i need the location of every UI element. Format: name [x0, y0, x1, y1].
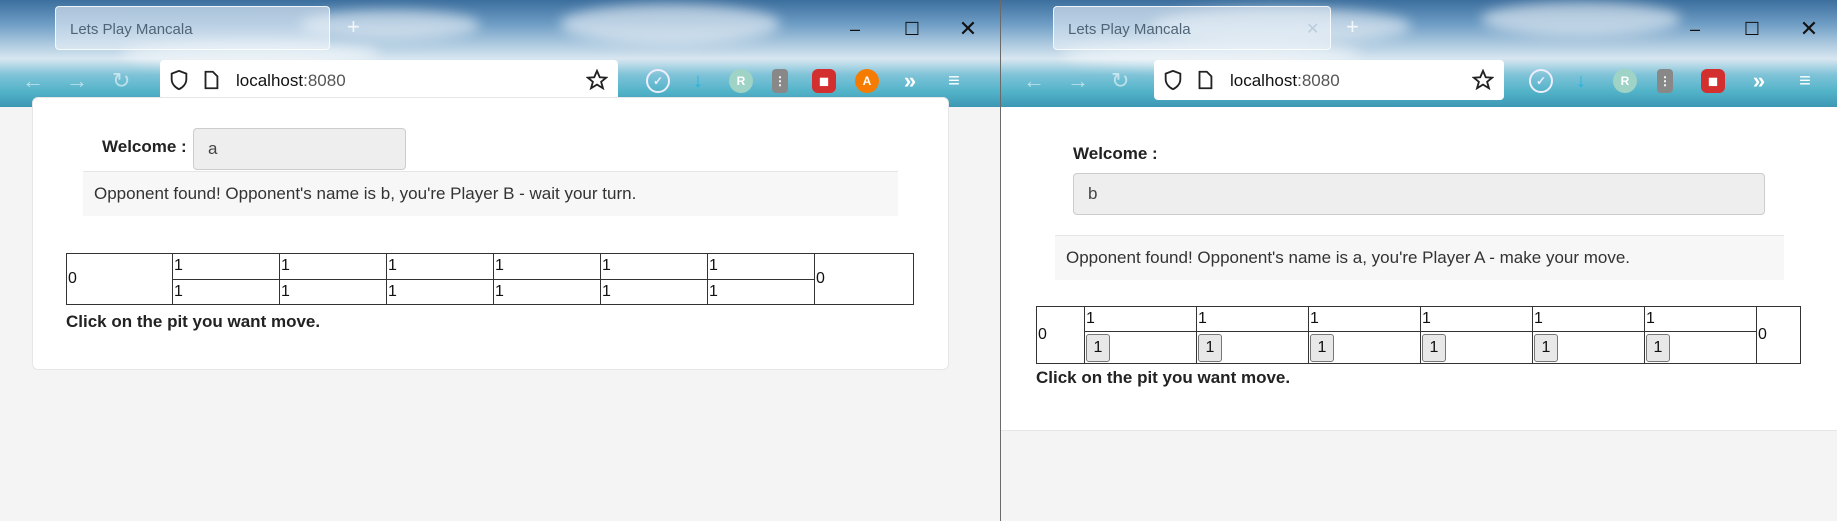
pit-top-4: 1 — [493, 253, 601, 280]
pit-top-1: 1 — [172, 253, 280, 280]
pit-top-3: 1 — [1308, 305, 1421, 333]
pocket-icon[interactable]: ✓ — [646, 69, 670, 93]
pit-bottom-4: 1 — [1420, 331, 1533, 364]
pit-bottom-1: 1 — [1084, 331, 1197, 364]
pit-bottom-3: 1 — [386, 278, 494, 305]
browser-chrome: Lets Play Mancala ✕ + – ☐ ✕ ← → ↻ localh… — [1001, 0, 1837, 107]
reload-icon[interactable]: ↻ — [1111, 68, 1129, 94]
pit-bottom-6: 1 — [707, 278, 815, 305]
pit-bottom-2: 1 — [1196, 331, 1309, 364]
pit-top-1: 1 — [1084, 305, 1197, 333]
avast-icon[interactable]: A — [855, 69, 879, 93]
left-store: 0 — [1036, 306, 1085, 364]
game-card: Welcome : Opponent found! Opponent's nam… — [1001, 107, 1837, 431]
pit-top-2: 1 — [1196, 305, 1309, 333]
extension-menu-icon[interactable]: ⋮ — [1657, 69, 1673, 93]
pit-bottom-3: 1 — [1308, 331, 1421, 364]
tab-active[interactable]: Lets Play Mancala — [55, 6, 330, 50]
page-icon — [1198, 70, 1213, 90]
mancala-board: 0 1 1 1 1 1 1 0 1 1 1 1 1 1 — [1036, 305, 1801, 364]
minimize-icon[interactable]: – — [1682, 16, 1708, 42]
tab-active[interactable]: Lets Play Mancala ✕ — [1053, 6, 1331, 50]
close-icon[interactable]: ✕ — [955, 16, 981, 42]
adblock-icon[interactable]: ◼ — [1701, 69, 1725, 93]
download-icon[interactable]: ↓ — [1569, 69, 1593, 93]
pit-top-6: 1 — [707, 253, 815, 280]
page-icon — [204, 70, 219, 90]
browser-chrome: Lets Play Mancala + – ☐ ✕ ← → ↻ localhos… — [0, 0, 1000, 107]
extension-menu-icon[interactable]: ⋮ — [772, 69, 788, 93]
url-text: localhost:8080 — [236, 71, 346, 90]
pit-top-3: 1 — [386, 253, 494, 280]
status-message: Opponent found! Opponent's name is a, yo… — [1055, 235, 1784, 280]
hamburger-menu-icon[interactable]: ≡ — [1793, 69, 1817, 93]
pit-top-5: 1 — [1532, 305, 1645, 333]
page-content: Welcome : Opponent found! Opponent's nam… — [1001, 107, 1837, 521]
tab-close-icon[interactable]: ✕ — [1306, 19, 1319, 39]
pit-top-5: 1 — [600, 253, 708, 280]
pocket-icon[interactable]: ✓ — [1529, 69, 1553, 93]
player-name-field[interactable] — [1073, 173, 1765, 215]
url-bar[interactable]: localhost:8080 — [1154, 60, 1504, 100]
pit-top-4: 1 — [1420, 305, 1533, 333]
browser-window-right: Lets Play Mancala ✕ + – ☐ ✕ ← → ↻ localh… — [1000, 0, 1837, 521]
shield-icon — [170, 69, 188, 91]
browser-window-left: Lets Play Mancala + – ☐ ✕ ← → ↻ localhos… — [0, 0, 1000, 521]
pit-bottom-2: 1 — [279, 278, 387, 305]
url-text: localhost:8080 — [1230, 71, 1340, 90]
extension-r-icon[interactable]: R — [729, 69, 753, 93]
page-content: Welcome : Opponent found! Opponent's nam… — [0, 97, 1000, 521]
pit-bottom-1: 1 — [172, 278, 280, 305]
pit-button-3[interactable]: 1 — [1310, 333, 1334, 362]
welcome-label: Welcome : — [1073, 144, 1158, 163]
pit-button-1[interactable]: 1 — [1086, 333, 1110, 362]
bookmark-star-icon[interactable] — [586, 69, 608, 91]
close-icon[interactable]: ✕ — [1796, 16, 1822, 42]
left-store: 0 — [66, 253, 173, 305]
player-name-field[interactable] — [193, 128, 406, 170]
url-bar[interactable]: localhost:8080 — [160, 60, 618, 100]
new-tab-icon[interactable]: + — [347, 14, 360, 40]
shield-icon — [1164, 69, 1182, 91]
right-store: 0 — [1756, 306, 1801, 364]
maximize-icon[interactable]: ☐ — [899, 16, 925, 42]
instruction-text: Click on the pit you want move. — [66, 312, 321, 331]
download-icon[interactable]: ↓ — [686, 69, 710, 93]
back-icon[interactable]: ← — [1023, 68, 1045, 94]
pit-top-2: 1 — [279, 253, 387, 280]
tab-title: Lets Play Mancala — [70, 21, 193, 38]
overflow-chevron-icon[interactable]: » — [898, 69, 922, 93]
adblock-icon[interactable]: ◼ — [812, 69, 836, 93]
pit-button-5[interactable]: 1 — [1534, 333, 1558, 362]
minimize-icon[interactable]: – — [842, 16, 868, 42]
instruction-text: Click on the pit you want move. — [1036, 368, 1291, 387]
pit-button-6[interactable]: 1 — [1646, 333, 1670, 362]
right-store: 0 — [814, 253, 914, 305]
back-icon[interactable]: ← — [22, 68, 44, 94]
hamburger-menu-icon[interactable]: ≡ — [942, 69, 966, 93]
pit-button-2[interactable]: 1 — [1198, 333, 1222, 362]
tab-title: Lets Play Mancala — [1068, 21, 1191, 38]
pit-bottom-4: 1 — [493, 278, 601, 305]
bookmark-star-icon[interactable] — [1472, 69, 1494, 91]
maximize-icon[interactable]: ☐ — [1739, 16, 1765, 42]
new-tab-icon[interactable]: + — [1346, 14, 1359, 40]
reload-icon[interactable]: ↻ — [112, 68, 130, 94]
pit-bottom-5: 1 — [1532, 331, 1645, 364]
extension-r-icon[interactable]: R — [1613, 69, 1637, 93]
forward-icon[interactable]: → — [66, 68, 88, 94]
pit-bottom-6: 1 — [1644, 331, 1757, 364]
pit-button-4[interactable]: 1 — [1422, 333, 1446, 362]
forward-icon[interactable]: → — [1067, 68, 1089, 94]
status-message: Opponent found! Opponent's name is b, yo… — [83, 171, 898, 216]
mancala-board: 0 1 1 1 1 1 1 0 1 1 1 1 1 1 — [66, 253, 914, 305]
overflow-chevron-icon[interactable]: » — [1747, 69, 1771, 93]
welcome-label: Welcome : — [102, 137, 187, 156]
pit-top-6: 1 — [1644, 305, 1757, 333]
pit-bottom-5: 1 — [600, 278, 708, 305]
